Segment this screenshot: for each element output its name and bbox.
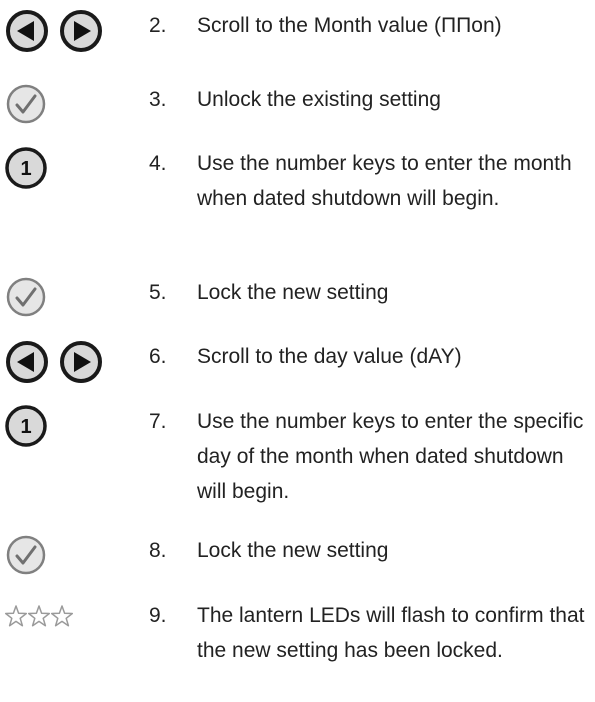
step-text: Scroll to the Month value (ΠΠon)	[197, 14, 502, 37]
check-icon	[4, 82, 124, 130]
arrow-pair-icon	[4, 339, 124, 387]
step-text: Scroll to the day value (dAY)	[197, 345, 462, 368]
number-key-label: 1	[20, 158, 31, 180]
step-number: 5.	[149, 281, 167, 304]
step-text: Lock the new setting	[197, 281, 389, 304]
step-number: 6.	[149, 345, 167, 368]
step-number: 9.	[149, 604, 167, 627]
step-number: 8.	[149, 539, 167, 562]
number-1-key-icon: 1	[4, 404, 124, 452]
number-key-label: 1	[20, 416, 31, 438]
check-icon	[4, 275, 124, 323]
step-text: The lantern LEDs will flash to confirm t…	[197, 604, 585, 662]
arrow-pair-icon	[4, 8, 124, 56]
step-number: 3.	[149, 88, 167, 111]
step-text: Lock the new setting	[197, 539, 389, 562]
step-number: 4.	[149, 152, 167, 175]
step-text: Use the number keys to enter the specifi…	[197, 410, 584, 503]
step-number: 7.	[149, 410, 167, 433]
three-stars-icon	[4, 598, 124, 646]
instruction-steps: 2. Scroll to the Month value (ΠΠon) 3. U…	[0, 0, 595, 702]
number-1-key-icon: 1	[4, 146, 124, 194]
check-icon	[4, 533, 124, 581]
step-text: Use the number keys to enter the month w…	[197, 152, 572, 210]
step-text: Unlock the existing setting	[197, 88, 441, 111]
step-number: 2.	[149, 14, 167, 37]
